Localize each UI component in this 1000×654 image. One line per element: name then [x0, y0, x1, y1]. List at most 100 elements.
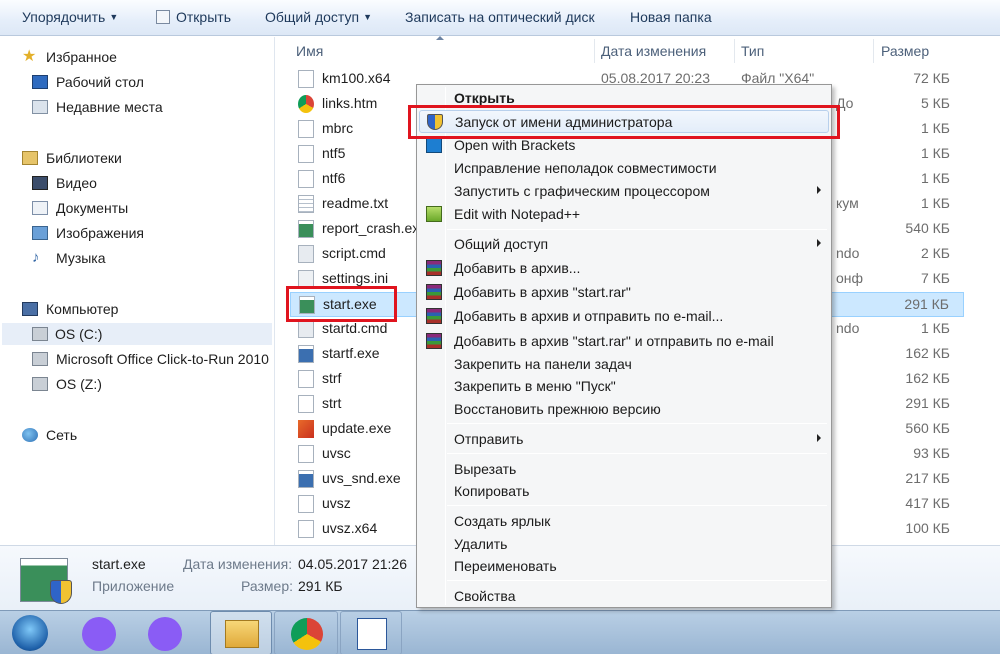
open-button[interactable]: Открыть [156, 9, 231, 29]
file-size: 291 КБ [905, 395, 950, 411]
menu-item-copy[interactable]: Копировать [419, 480, 829, 503]
share-button[interactable]: Общий доступ ▼ [265, 9, 372, 29]
menu-item-pin-taskbar[interactable]: Закрепить на панели задач [419, 353, 829, 376]
menu-item-create-shortcut[interactable]: Создать ярлык [419, 510, 829, 533]
blank-file-icon [298, 145, 314, 163]
winrar-icon [426, 284, 442, 300]
column-divider[interactable] [873, 39, 874, 63]
file-size: 217 КБ [905, 470, 950, 486]
blank-file-icon [298, 495, 314, 513]
file-size: 5 КБ [920, 95, 950, 111]
blank-file-icon [298, 120, 314, 138]
file-name: uvsz.x64 [322, 520, 378, 536]
column-size[interactable]: Размер [881, 43, 929, 59]
column-headers: Имя Дата изменения Тип Размер [276, 37, 1000, 65]
file-name: report_crash.exe [322, 220, 428, 236]
new-folder-button[interactable]: Новая папка [630, 9, 712, 29]
column-type[interactable]: Тип [741, 43, 764, 59]
cmd-icon [298, 245, 314, 263]
nav-drive-c[interactable]: OS (C:) [2, 323, 272, 345]
file-name: km100.x64 [322, 70, 391, 86]
taskbar-alice[interactable] [78, 611, 122, 654]
menu-item-add-archive[interactable]: Добавить в архив... [419, 257, 829, 280]
organize-button[interactable]: Упорядочить ▼ [22, 9, 118, 29]
file-name: strt [322, 395, 342, 411]
menu-item-restore-prev[interactable]: Восстановить прежнюю версию [419, 398, 829, 421]
taskbar-word[interactable] [340, 611, 402, 654]
sort-ascending-icon [436, 36, 444, 40]
file-size: 100 КБ [905, 520, 950, 536]
blank-file-icon [298, 370, 314, 388]
windows-orb-icon [12, 615, 48, 651]
column-divider[interactable] [594, 39, 595, 63]
menu-item-rename[interactable]: Переименовать [419, 555, 829, 578]
file-name: ntf5 [322, 145, 346, 161]
file-size: 2 КБ [920, 245, 950, 261]
menu-item-add-start-rar[interactable]: Добавить в архив "start.rar" [419, 281, 829, 304]
menu-item-properties[interactable]: Свойства [419, 585, 829, 608]
drive-icon [32, 327, 48, 341]
file-name: uvsc [322, 445, 351, 461]
menu-item-run-with-gpu[interactable]: Запустить с графическим процессором [419, 180, 829, 203]
file-name: script.cmd [322, 245, 386, 261]
file-size: 162 КБ [905, 370, 950, 386]
taskbar-voice[interactable] [146, 611, 190, 654]
submenu-arrow-icon [817, 434, 821, 442]
menu-item-troubleshoot[interactable]: Исправление неполадок совместимости [419, 157, 829, 180]
file-name: ntf6 [322, 170, 346, 186]
column-name[interactable]: Имя [296, 43, 323, 59]
alice-assistant-icon [82, 617, 116, 651]
recent-places-icon [32, 100, 48, 114]
documents-icon [32, 201, 48, 215]
menu-separator [447, 580, 827, 581]
menu-item-delete[interactable]: Удалить [419, 533, 829, 556]
microphone-icon [148, 617, 182, 651]
taskbar-chrome[interactable] [274, 611, 338, 654]
taskbar-explorer[interactable] [210, 611, 272, 654]
menu-item-add-email[interactable]: Добавить в архив и отправить по e-mail..… [419, 305, 829, 328]
menu-item-share[interactable]: Общий доступ [419, 233, 829, 256]
file-name: uvs_snd.exe [322, 470, 401, 486]
menu-item-pin-start[interactable]: Закрепить в меню "Пуск" [419, 375, 829, 398]
burn-button[interactable]: Записать на оптический диск [405, 9, 595, 29]
menu-item-cut[interactable]: Вырезать [419, 458, 829, 481]
highlight-box-file [286, 286, 397, 322]
file-type: ndo [836, 245, 860, 261]
start-button[interactable] [6, 611, 54, 654]
notepad-plus-plus-icon [426, 206, 442, 222]
file-name: readme.txt [322, 195, 389, 211]
chevron-down-icon: ▼ [363, 12, 372, 22]
blank-file-icon [298, 520, 314, 538]
share-label: Общий доступ [265, 9, 360, 25]
blank-file-icon [298, 445, 314, 463]
file-type: онф [836, 270, 864, 286]
file-size: 1 КБ [920, 195, 950, 211]
details-size-label: Размер: [241, 578, 294, 594]
star-icon: ★ [22, 48, 37, 65]
menu-item-add-rar-email[interactable]: Добавить в архив "start.rar" и отправить… [419, 330, 829, 353]
file-type: ndo [836, 320, 860, 336]
file-type: кум [836, 195, 859, 211]
file-name: startf.exe [322, 345, 380, 361]
column-divider[interactable] [734, 39, 735, 63]
context-menu: Открыть Запуск от имени администратора O… [416, 84, 832, 608]
text-file-icon [298, 195, 314, 213]
uvs-icon [298, 420, 314, 438]
organize-label: Упорядочить [22, 9, 106, 25]
file-name: strf [322, 370, 342, 386]
details-filename: start.exe [92, 556, 146, 572]
folder-icon [225, 620, 259, 648]
file-name: update.exe [322, 420, 392, 436]
file-size: 162 КБ [905, 345, 950, 361]
network-icon [22, 428, 38, 442]
exe-icon [298, 220, 314, 238]
column-date[interactable]: Дата изменения [601, 43, 706, 59]
open-label: Открыть [176, 9, 231, 25]
menu-item-send-to[interactable]: Отправить [419, 428, 829, 451]
open-icon [156, 10, 170, 24]
winrar-icon [426, 308, 442, 324]
file-size: 1 КБ [920, 120, 950, 136]
menu-item-edit-notepad[interactable]: Edit with Notepad++ [419, 203, 829, 226]
file-size: 1 КБ [920, 170, 950, 186]
toolbar: Упорядочить ▼ Открыть Общий доступ ▼ Запис… [0, 0, 1000, 36]
